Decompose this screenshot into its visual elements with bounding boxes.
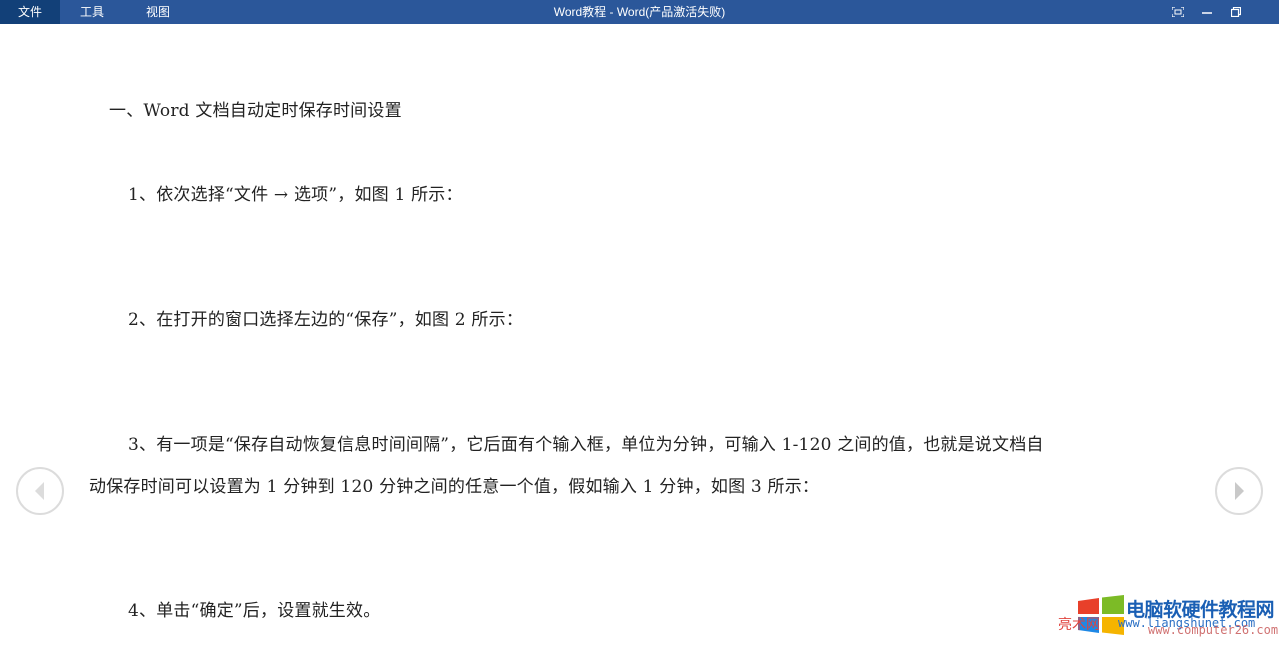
fullscreen-button[interactable] <box>1163 0 1192 24</box>
paragraph-step-1: 1、依次选择“文件 → 选项”，如图 1 所示： <box>128 185 463 205</box>
next-page-button[interactable] <box>1215 467 1263 515</box>
menu-bar: 文件 工具 视图 <box>0 0 188 24</box>
document-page: 一、Word 文档自动定时保存时间设置 1、依次选择“文件 → 选项”，如图 1… <box>0 24 1279 649</box>
chevron-left-icon <box>35 482 44 500</box>
menu-view[interactable]: 视图 <box>128 0 188 24</box>
menu-file[interactable]: 文件 <box>0 0 61 24</box>
fullscreen-icon <box>1171 7 1184 17</box>
site-watermark: 电脑软硬件教程网 亮术网 www.liangshunet.com www.com… <box>1058 592 1279 649</box>
paragraph-step-2: 2、在打开的窗口选择左边的“保存”，如图 2 所示： <box>128 310 524 330</box>
minimize-icon <box>1201 12 1212 14</box>
restore-icon <box>1230 7 1241 17</box>
restore-button[interactable] <box>1221 0 1250 24</box>
paragraph-step-3-line-2: 动保存时间可以设置为 1 分钟到 120 分钟之间的任意一个值，假如输入 1 分… <box>89 477 820 497</box>
previous-page-button[interactable] <box>16 467 64 515</box>
window-title: Word教程 - Word(产品激活失败) <box>553 5 726 19</box>
window-controls <box>1163 0 1279 24</box>
close-button[interactable] <box>1250 0 1279 24</box>
menu-tools[interactable]: 工具 <box>60 0 128 24</box>
minimize-button[interactable] <box>1192 0 1221 24</box>
title-bar: 文件 工具 视图 Word教程 - Word(产品激活失败) <box>0 0 1279 24</box>
paragraph-step-3-line-1: 3、有一项是“保存自动恢复信息时间间隔”，它后面有个输入框，单位为分钟，可输入 … <box>128 435 1044 455</box>
watermark-url-secondary: www.computer26.com <box>1148 623 1279 637</box>
watermark-prefix: 亮术网 <box>1058 617 1100 633</box>
section-heading: 一、Word 文档自动定时保存时间设置 <box>109 101 402 121</box>
chevron-right-icon <box>1235 482 1244 500</box>
paragraph-step-4: 4、单击“确定”后，设置就生效。 <box>128 601 381 621</box>
